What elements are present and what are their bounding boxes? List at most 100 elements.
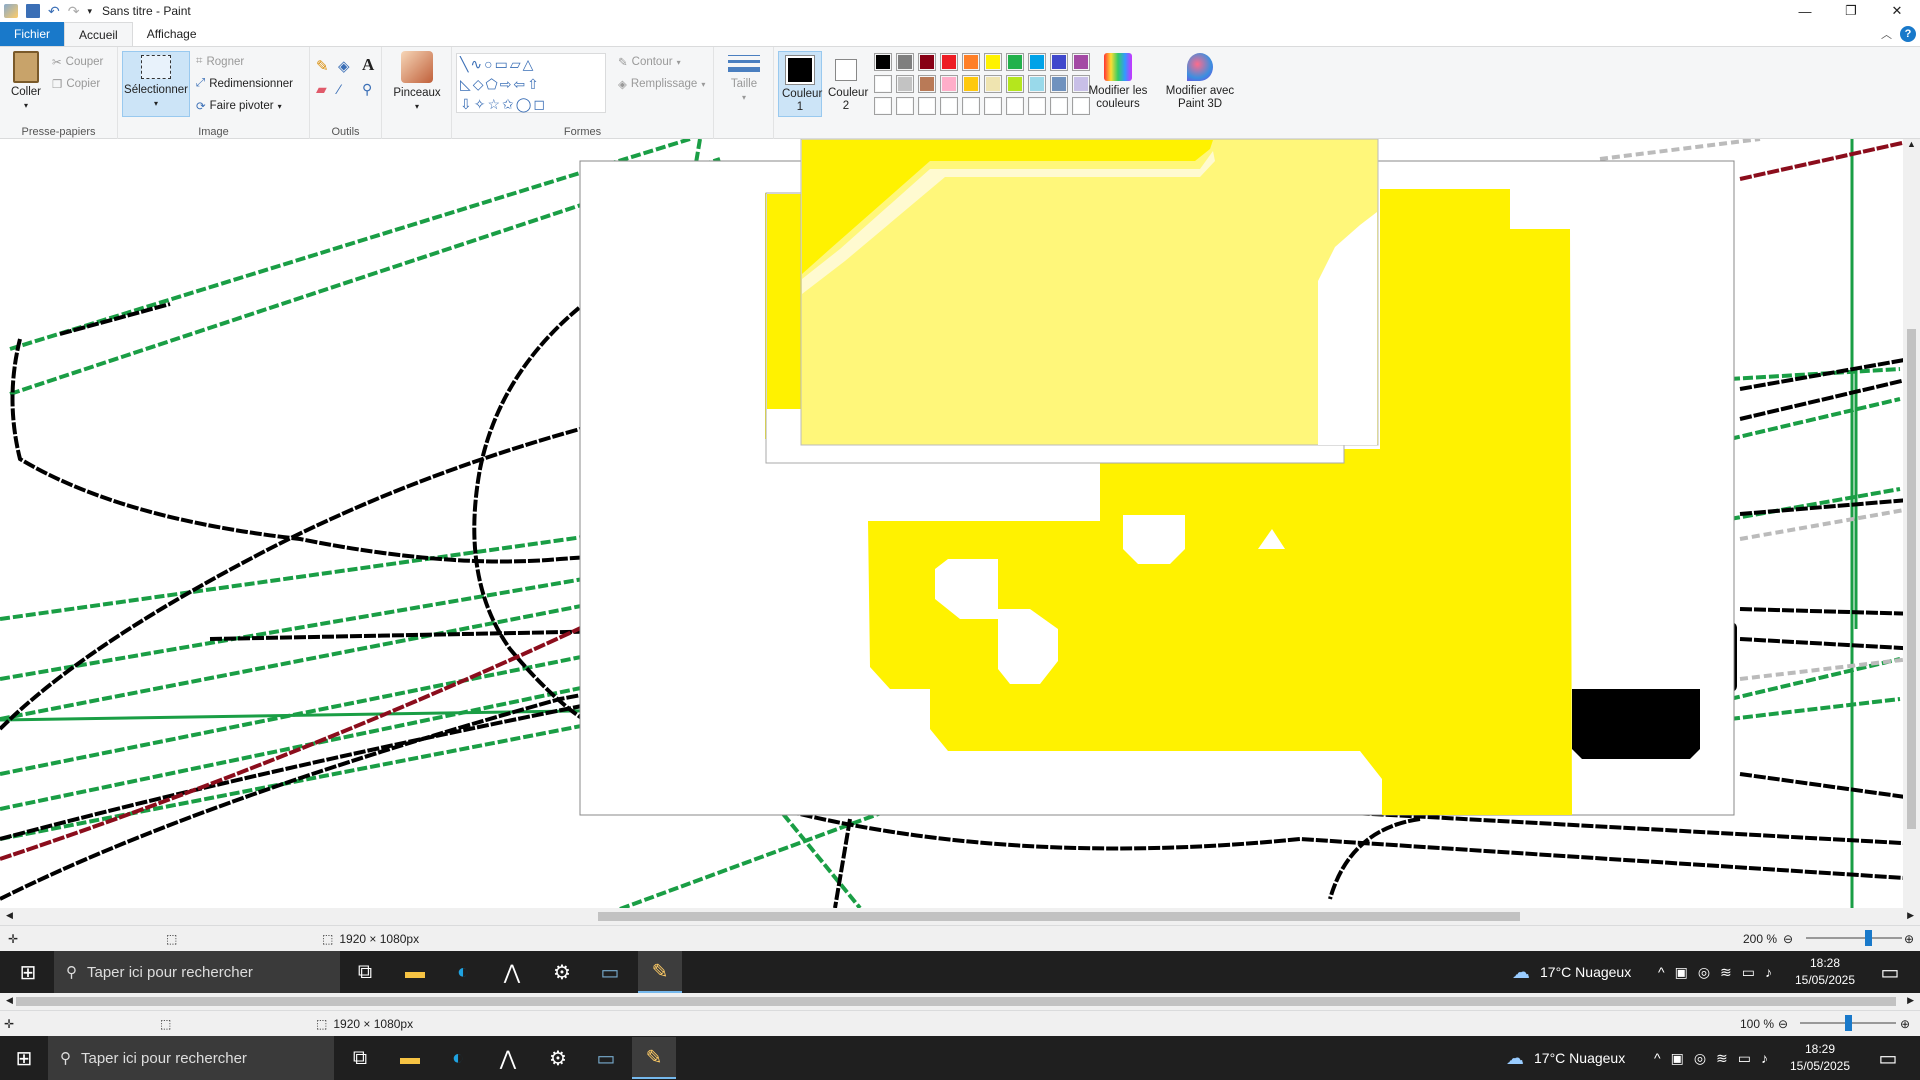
edge-icon[interactable]: ◐ bbox=[441, 951, 485, 993]
network-icon[interactable]: ◎ bbox=[1698, 964, 1710, 981]
meet-icon[interactable]: ▣ bbox=[1671, 1050, 1684, 1067]
palette-color-swatch[interactable] bbox=[1028, 53, 1046, 71]
zoom-in-button[interactable]: ⊕ bbox=[1904, 932, 1914, 946]
palette-color-swatch[interactable] bbox=[896, 75, 914, 93]
tab-file[interactable]: Fichier bbox=[0, 22, 65, 46]
customize-qa-icon[interactable]: ▾ bbox=[87, 6, 92, 17]
zoom-slider[interactable] bbox=[1800, 1015, 1896, 1031]
fill-dropdown[interactable]: ◈ Remplissage ▾ bbox=[618, 77, 705, 91]
meet-icon[interactable]: ▣ bbox=[1675, 964, 1688, 981]
palette-empty-swatch[interactable] bbox=[984, 97, 1002, 115]
scroll-right-icon[interactable]: ▶ bbox=[1907, 995, 1914, 1006]
pencil-icon[interactable]: ✎ bbox=[316, 57, 329, 75]
horizontal-scrollbar-inner[interactable]: ◀ ▶ bbox=[0, 908, 1920, 925]
palette-color-swatch[interactable] bbox=[874, 53, 892, 71]
app-a-icon[interactable]: ⋀ bbox=[486, 1037, 530, 1079]
zoom-in-button[interactable]: ⊕ bbox=[1900, 1017, 1910, 1031]
palette-color-swatch[interactable] bbox=[940, 75, 958, 93]
chevron-up-icon[interactable]: ^ bbox=[1658, 964, 1665, 980]
edge-icon[interactable]: ◐ bbox=[436, 1037, 480, 1079]
undo-icon[interactable]: ↶ bbox=[48, 3, 60, 20]
notifications-icon[interactable]: ▭ bbox=[1868, 951, 1912, 993]
wifi-icon[interactable]: ≋ bbox=[1716, 1050, 1728, 1067]
weather-text[interactable]: 17°C Nuageux bbox=[1540, 964, 1631, 980]
paste-button[interactable]: Coller ▾ bbox=[6, 51, 46, 112]
remote-desktop-icon[interactable]: ▭ bbox=[588, 951, 632, 993]
copy-button[interactable]: ❐ Copier bbox=[52, 77, 100, 91]
horizontal-scrollbar[interactable]: ◀ ▶ bbox=[0, 993, 1920, 1010]
scroll-up-icon[interactable]: ▲ bbox=[1907, 139, 1916, 149]
palette-empty-swatch[interactable] bbox=[1050, 97, 1068, 115]
paint3d-button[interactable]: Modifier avec Paint 3D bbox=[1162, 53, 1238, 111]
file-explorer-icon[interactable]: ▬ bbox=[388, 1037, 432, 1079]
app-a-icon[interactable]: ⋀ bbox=[490, 951, 534, 993]
clock[interactable]: 18:29 15/05/2025 bbox=[1782, 1041, 1858, 1075]
collapse-ribbon-icon[interactable]: ︿ bbox=[1881, 26, 1892, 42]
task-view-icon[interactable]: ⧉ bbox=[343, 951, 387, 993]
remote-desktop-icon[interactable]: ▭ bbox=[584, 1037, 628, 1079]
rotate-button[interactable]: ⟳ Faire pivoter ▾ bbox=[196, 99, 282, 113]
clock[interactable]: 18:28 15/05/2025 bbox=[1788, 955, 1862, 989]
drawing-canvas[interactable] bbox=[0, 139, 1920, 908]
zoom-out-button[interactable]: ⊖ bbox=[1778, 1017, 1788, 1031]
scroll-left-icon[interactable]: ◀ bbox=[6, 995, 13, 1006]
chevron-up-icon[interactable]: ^ bbox=[1654, 1050, 1661, 1066]
scroll-left-icon[interactable]: ◀ bbox=[6, 910, 13, 921]
notifications-icon[interactable]: ▭ bbox=[1866, 1037, 1910, 1079]
palette-empty-swatch[interactable] bbox=[1006, 97, 1024, 115]
palette-color-swatch[interactable] bbox=[1050, 75, 1068, 93]
palette-color-swatch[interactable] bbox=[962, 53, 980, 71]
palette-empty-swatch[interactable] bbox=[896, 97, 914, 115]
settings-icon[interactable]: ⚙ bbox=[536, 1037, 580, 1079]
start-windows-icon[interactable]: ⊞ bbox=[2, 1037, 46, 1079]
cut-button[interactable]: ✂ Couper bbox=[52, 55, 103, 69]
close-button[interactable]: ✕ bbox=[1874, 0, 1920, 22]
paint-taskbar-icon[interactable]: ✎ bbox=[632, 1037, 676, 1079]
edit-colors-button[interactable]: Modifier les couleurs bbox=[1086, 53, 1150, 111]
size-button[interactable]: Taille ▾ bbox=[722, 55, 766, 104]
select-button[interactable]: Sélectionner ▾ bbox=[122, 51, 190, 117]
text-tool-icon[interactable]: A bbox=[362, 55, 374, 75]
save-icon[interactable] bbox=[26, 4, 40, 18]
color1-button[interactable]: Couleur 1 bbox=[778, 51, 822, 117]
palette-color-swatch[interactable] bbox=[984, 53, 1002, 71]
task-view-icon[interactable]: ⧉ bbox=[338, 1037, 382, 1079]
palette-color-swatch[interactable] bbox=[1050, 53, 1068, 71]
paint-taskbar-icon[interactable]: ✎ bbox=[638, 951, 682, 993]
color2-button[interactable]: Couleur 2 bbox=[824, 51, 868, 117]
scroll-right-icon[interactable]: ▶ bbox=[1907, 910, 1914, 921]
network-icon[interactable]: ◎ bbox=[1694, 1050, 1706, 1067]
restore-button[interactable]: ❐ bbox=[1828, 0, 1874, 22]
palette-color-swatch[interactable] bbox=[918, 75, 936, 93]
color-picker-icon[interactable]: ⁄ bbox=[338, 81, 340, 97]
palette-empty-swatch[interactable] bbox=[918, 97, 936, 115]
wifi-icon[interactable]: ≋ bbox=[1720, 964, 1732, 981]
magnifier-icon[interactable]: ⚲ bbox=[362, 81, 372, 98]
taskbar-search[interactable]: ⚲ Taper ici pour rechercher bbox=[54, 951, 340, 993]
file-explorer-icon[interactable]: ▬ bbox=[393, 951, 437, 993]
palette-empty-swatch[interactable] bbox=[940, 97, 958, 115]
zoom-slider[interactable] bbox=[1806, 930, 1902, 946]
palette-empty-swatch[interactable] bbox=[1028, 97, 1046, 115]
brushes-button[interactable]: Pinceaux ▾ bbox=[392, 51, 442, 113]
palette-color-swatch[interactable] bbox=[896, 53, 914, 71]
battery-icon[interactable]: ▭ bbox=[1742, 964, 1755, 981]
scroll-thumb[interactable] bbox=[598, 912, 1520, 921]
zoom-out-button[interactable]: ⊖ bbox=[1783, 932, 1793, 946]
crop-button[interactable]: ⌗ Rogner bbox=[196, 55, 244, 68]
redo-icon[interactable]: ↷ bbox=[68, 3, 80, 20]
palette-color-swatch[interactable] bbox=[984, 75, 1002, 93]
battery-icon[interactable]: ▭ bbox=[1738, 1050, 1751, 1067]
eraser-icon[interactable]: ▰ bbox=[316, 81, 327, 98]
palette-empty-swatch[interactable] bbox=[962, 97, 980, 115]
palette-empty-swatch[interactable] bbox=[874, 97, 892, 115]
scroll-thumb[interactable] bbox=[16, 997, 1896, 1006]
volume-icon[interactable]: ♪ bbox=[1761, 1050, 1768, 1066]
tab-home[interactable]: Accueil bbox=[64, 22, 133, 46]
vertical-scrollbar[interactable]: ▲ bbox=[1903, 139, 1920, 908]
palette-color-swatch[interactable] bbox=[940, 53, 958, 71]
tab-view[interactable]: Affichage bbox=[133, 22, 211, 46]
minimize-button[interactable]: — bbox=[1782, 0, 1828, 22]
palette-color-swatch[interactable] bbox=[918, 53, 936, 71]
settings-icon[interactable]: ⚙ bbox=[540, 951, 584, 993]
